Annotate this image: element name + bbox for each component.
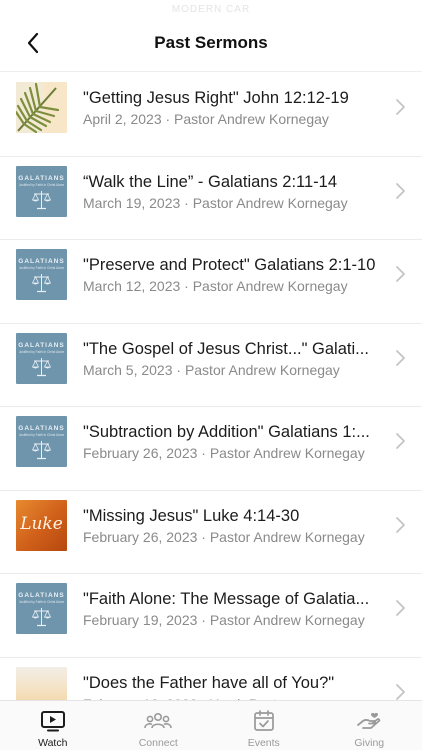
scales-icon — [32, 441, 51, 460]
sermon-text: "Getting Jesus Right" John 12:12-19 April… — [83, 88, 383, 128]
scales-icon — [32, 357, 51, 376]
thumbnail-subtitle: Justified by Faith in Christ Alone — [18, 433, 65, 437]
sermon-subtitle: April 2, 2023 · Pastor Andrew Kornegay — [83, 111, 329, 127]
chevron-right-icon — [396, 683, 405, 700]
tab-connect[interactable]: Connect — [106, 701, 212, 750]
sermon-text: "The Gospel of Jesus Christ..." Galati..… — [83, 339, 383, 379]
thumbnail-title: GALATIANS — [18, 341, 65, 349]
sermon-row[interactable]: GALATIANS Justified by Faith in Christ Al… — [0, 407, 422, 491]
back-button[interactable] — [18, 30, 48, 56]
sermon-subtitle: March 12, 2023 · Pastor Andrew Kornegay — [83, 278, 348, 294]
chevron-right-icon — [396, 349, 405, 366]
scales-icon — [32, 274, 51, 293]
thumbnail-subtitle: Justified by Faith in Christ Alone — [18, 182, 65, 187]
tab-watch[interactable]: Watch — [0, 701, 106, 750]
chevron-right-icon — [396, 266, 405, 282]
tab-connect-label: Connect — [138, 737, 178, 749]
chevron-right-icon — [396, 99, 405, 115]
thumbnail-title: GALATIANS — [18, 592, 65, 599]
thumbnail-subtitle: Justified by Faith in Christ Alone — [18, 349, 65, 354]
sermon-text: "Preserve and Protect" Galatians 2:1-10 M… — [83, 255, 383, 295]
galatians-thumbnail: GALATIANS Justified by Faith in Christ Al… — [16, 165, 67, 217]
sermon-text: "Subtraction by Addition" Galatians 1:..… — [83, 422, 383, 462]
tab-giving[interactable]: Giving — [317, 701, 422, 750]
galatians-thumbnail: GALATIANS Justified by Faith in Christ Al… — [16, 416, 67, 467]
palm-thumbnail — [16, 82, 67, 133]
scales-icon — [32, 608, 51, 627]
sermon-title: "Preserve and Protect" Galatians 2:1-10 — [83, 256, 376, 274]
sermon-text: "Missing Jesus" Luke 4:14-30 February 26,… — [83, 506, 383, 546]
thumbnail-title: GALATIANS — [18, 174, 65, 182]
sermon-title: "Subtraction by Addition" Galatians 1:..… — [83, 423, 370, 441]
sunset-thumbnail — [16, 666, 67, 700]
giving-hand-icon — [355, 709, 383, 733]
chevron-right-icon — [396, 182, 405, 199]
tab-giving-label: Giving — [354, 737, 385, 749]
scales-icon — [32, 190, 51, 209]
chevron-right-icon — [396, 600, 405, 616]
sermon-title: "Getting Jesus Right" John 12:12-19 — [83, 89, 349, 107]
calendar-check-icon — [250, 709, 278, 733]
sermon-subtitle: February 19, 2023 · Pastor Andrew Korneg… — [83, 612, 365, 628]
header-bar: Past Sermons — [0, 0, 422, 72]
sermon-row[interactable]: GALATIANS Justified by Faith in Christ Al… — [0, 574, 422, 658]
luke-thumbnail: Luke — [16, 499, 67, 551]
sermon-row[interactable]: GALATIANS Justified by Faith in Christ Al… — [0, 240, 422, 324]
tv-play-icon — [39, 709, 67, 733]
sermon-subtitle: March 5, 2023 · Pastor Andrew Kornegay — [83, 361, 340, 378]
page-title: Past Sermons — [154, 33, 268, 52]
galatians-thumbnail: GALATIANS Justified by Faith in Christ Al… — [16, 332, 67, 384]
sermon-row[interactable]: GALATIANS Justified by Faith in Christ Al… — [0, 324, 422, 407]
thumbnail-title: GALATIANS — [18, 425, 65, 432]
sermon-title: "The Gospel of Jesus Christ..." Galati..… — [83, 339, 369, 358]
thumbnail-subtitle: Justified by Faith in Christ Alone — [18, 266, 65, 270]
thumbnail-title: Luke — [20, 513, 63, 534]
sermon-title: "Missing Jesus" Luke 4:14-30 — [83, 506, 300, 525]
people-group-icon — [144, 709, 173, 733]
sermon-subtitle: February 26, 2023 · Pastor Andrew Korneg… — [83, 445, 365, 461]
sermon-subtitle: February 26, 2023 · Pastor Andrew Korneg… — [83, 528, 365, 545]
sermon-text: "Does the Father have all of You?"Februa… — [83, 673, 383, 701]
sermon-row[interactable]: "Does the Father have all of You?"Februa… — [0, 658, 422, 701]
sermon-row[interactable]: Luke "Missing Jesus" Luke 4:14-30 February… — [0, 491, 422, 574]
chevron-right-icon — [396, 516, 405, 533]
sermon-row[interactable]: GALATIANS Justified by Faith in Christ Al… — [0, 157, 422, 240]
sermon-title: "Faith Alone: The Message of Galatia... — [83, 590, 370, 608]
sermon-subtitle: March 19, 2023 · Pastor Andrew Kornegay — [83, 194, 348, 211]
chevron-left-icon — [27, 32, 39, 54]
sermon-text: "Faith Alone: The Message of Galatia... F… — [83, 589, 383, 629]
galatians-thumbnail: GALATIANS Justified by Faith in Christ Al… — [16, 249, 67, 300]
sermon-row[interactable]: "Getting Jesus Right" John 12:12-19 April… — [0, 73, 422, 157]
sermon-text: “Walk the Line” - Galatians 2:11-14 March… — [83, 172, 383, 212]
tab-watch-label: Watch — [38, 737, 68, 749]
sermon-list[interactable]: "Getting Jesus Right" John 12:12-19 April… — [0, 73, 422, 700]
thumbnail-subtitle: Justified by Faith in Christ Alone — [18, 600, 65, 604]
tab-events-label: Events — [247, 737, 280, 749]
sermon-title: “Walk the Line” - Galatians 2:11-14 — [83, 172, 338, 191]
galatians-thumbnail: GALATIANS Justified by Faith in Christ Al… — [16, 583, 67, 634]
thumbnail-title: GALATIANS — [18, 258, 65, 265]
chevron-right-icon — [396, 433, 405, 449]
tab-bar: Watch Connect Events Giving — [0, 700, 422, 750]
sermon-title: "Does the Father have all of You?" — [83, 673, 335, 692]
tab-events[interactable]: Events — [211, 701, 317, 750]
